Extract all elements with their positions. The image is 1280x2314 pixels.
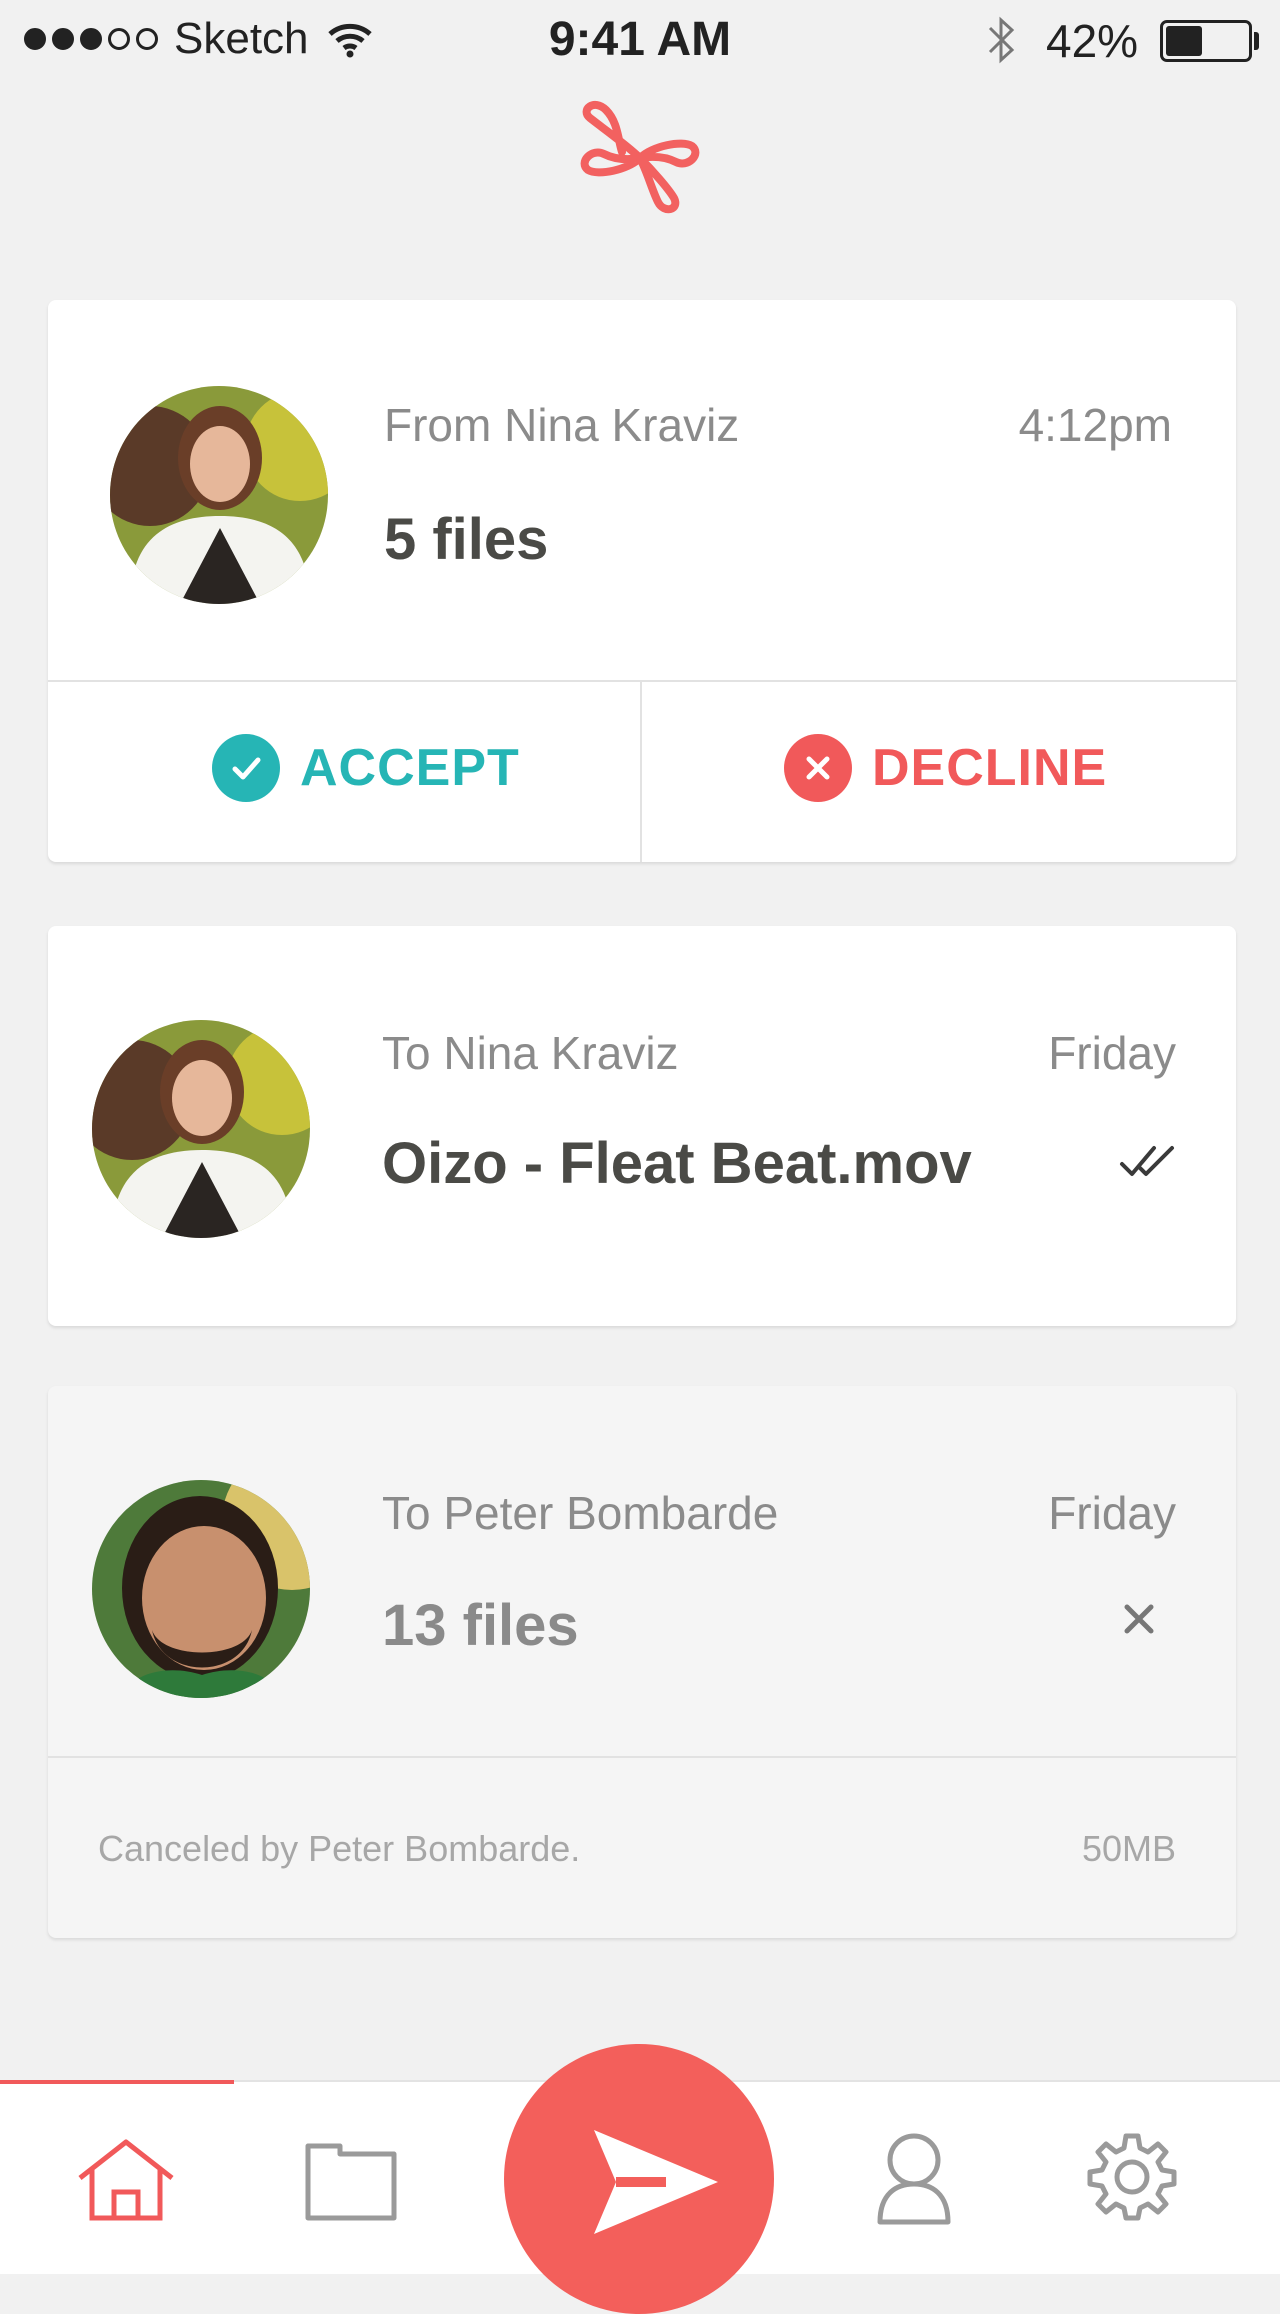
send-icon bbox=[594, 2130, 718, 2234]
battery-icon bbox=[1160, 20, 1252, 62]
avatar bbox=[92, 1480, 310, 1698]
cancel-note: Canceled by Peter Bombarde. bbox=[98, 1828, 581, 1869]
close-icon bbox=[1124, 1604, 1154, 1634]
card-divider bbox=[48, 1756, 1236, 1758]
transfer-size: 50MB bbox=[1081, 1828, 1176, 1869]
transfer-direction: To Peter Bombarde bbox=[382, 1487, 779, 1539]
transfer-title: Oizo - Fleat Beat.mov bbox=[382, 1131, 972, 1196]
cloverleaf-logo-icon bbox=[580, 101, 700, 214]
avatar bbox=[110, 386, 328, 604]
avatar bbox=[92, 1020, 310, 1238]
decline-label: DECLINE bbox=[872, 739, 1108, 797]
battery-percent: 42% bbox=[1046, 15, 1139, 67]
incoming-transfer-card: From Nina Kraviz 4:12pm 5 files ACCEPT D… bbox=[48, 300, 1236, 862]
send-button[interactable] bbox=[504, 2044, 774, 2314]
sent-transfer-card[interactable]: To Nina Kraviz Friday Oizo - Fleat Beat.… bbox=[48, 926, 1236, 1326]
transfer-direction: To Nina Kraviz bbox=[382, 1027, 679, 1079]
transfer-title: 5 files bbox=[384, 507, 549, 572]
transfer-time: Friday bbox=[1048, 1487, 1176, 1539]
active-tab-indicator bbox=[0, 2080, 234, 2084]
card-divider bbox=[48, 680, 1236, 682]
accept-label: ACCEPT bbox=[300, 739, 520, 797]
transfer-time: Friday bbox=[1048, 1027, 1176, 1079]
folder-icon[interactable] bbox=[304, 2138, 398, 2222]
x-circle-icon bbox=[784, 734, 852, 802]
transfer-direction: From Nina Kraviz bbox=[384, 399, 740, 451]
check-circle-icon bbox=[212, 734, 280, 802]
bluetooth-icon bbox=[988, 16, 1015, 64]
transfer-title: 13 files bbox=[382, 1593, 579, 1658]
transfer-time: 4:12pm bbox=[1018, 399, 1172, 451]
decline-button[interactable]: DECLINE bbox=[784, 734, 1107, 802]
status-bar: Sketch 9:41 AM 42% bbox=[0, 0, 1280, 80]
settings-icon[interactable] bbox=[1086, 2130, 1178, 2222]
profile-icon[interactable] bbox=[874, 2130, 954, 2226]
home-icon[interactable] bbox=[74, 2136, 178, 2224]
battery-tip bbox=[1254, 32, 1259, 50]
actions-divider bbox=[640, 682, 642, 862]
double-check-icon bbox=[1120, 1146, 1174, 1176]
accept-button[interactable]: ACCEPT bbox=[212, 734, 520, 802]
canceled-transfer-card[interactable]: To Peter Bombarde Friday 13 files Cancel… bbox=[48, 1386, 1236, 1938]
